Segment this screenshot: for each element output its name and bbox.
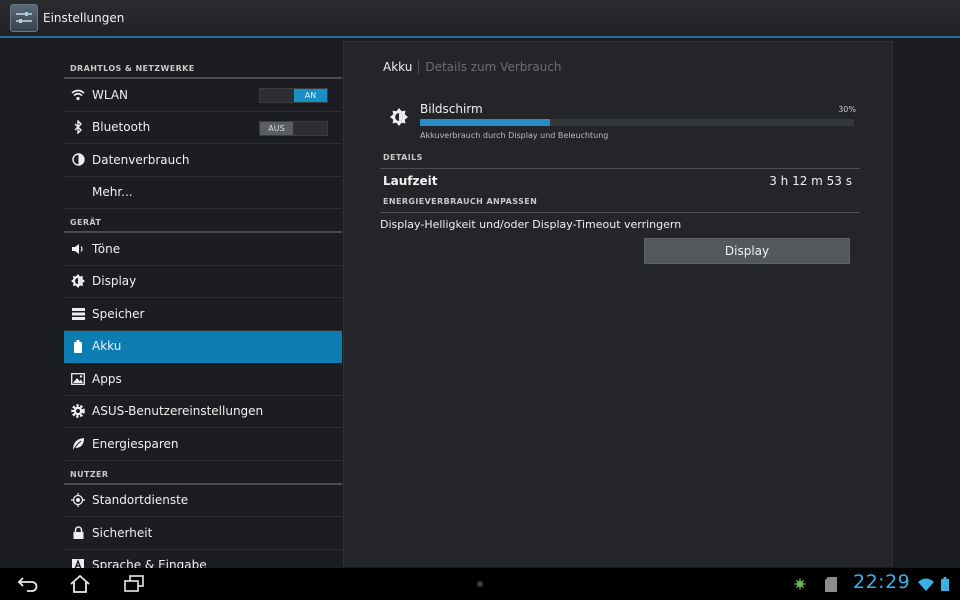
settings-item-label: Apps (92, 371, 122, 386)
settings-item-data-usage[interactable]: Datenverbrauch (64, 144, 342, 177)
settings-item-battery[interactable]: Akku (64, 330, 342, 363)
apps-icon (70, 371, 86, 387)
wlan-toggle[interactable]: AN (259, 88, 328, 103)
wifi-icon (70, 87, 86, 103)
settings-item-bluetooth[interactable]: Bluetooth AUS (64, 112, 342, 144)
gear-icon (70, 403, 86, 419)
breadcrumb: Akku Details zum Verbrauch (383, 60, 561, 74)
settings-item-label: Datenverbrauch (92, 152, 190, 167)
runtime-label: Laufzeit (383, 174, 438, 188)
system-bar: 22:29 (0, 568, 960, 600)
wifi-signal-icon (918, 576, 934, 592)
action-bar: Einstellungen (0, 0, 960, 38)
section-header-user: NUTZER (64, 461, 342, 485)
toggle-state-label: AN (294, 89, 327, 102)
adjust-header: ENERGIEVERBRAUCH ANPASSEN (380, 197, 860, 213)
language-icon (70, 557, 86, 568)
location-icon (70, 492, 86, 508)
page-indicator-dot (477, 581, 483, 587)
breadcrumb-current[interactable]: Akku (383, 60, 412, 74)
android-debug-icon (792, 576, 808, 592)
settings-item-power-saving[interactable]: Energiesparen (64, 428, 342, 461)
settings-item-apps[interactable]: Apps (64, 363, 342, 396)
settings-item-language[interactable]: Sprache & Eingabe (64, 550, 342, 568)
settings-list: DRAHTLOS & NETZWERKE WLAN AN Bluetooth A… (64, 40, 342, 568)
usage-percent: 30% (838, 105, 856, 114)
back-icon[interactable] (14, 572, 42, 596)
adjust-hint: Display-Helligkeit und/oder Display-Time… (380, 218, 682, 231)
lock-icon (70, 525, 86, 541)
settings-item-more[interactable]: Mehr... (64, 177, 342, 209)
section-header-wireless: DRAHTLOS & NETZWERKE (64, 40, 342, 79)
battery-icon (70, 338, 86, 354)
sd-card-icon (823, 576, 839, 592)
bluetooth-icon (70, 119, 86, 135)
settings-item-label: Energiesparen (92, 436, 179, 451)
settings-item-asus-settings[interactable]: ASUS-Benutzereinstellungen (64, 396, 342, 428)
runtime-value: 3 h 12 m 53 s (769, 174, 852, 188)
settings-item-label: Sicherheit (92, 525, 153, 540)
recent-apps-icon[interactable] (120, 572, 148, 596)
settings-item-label: Sprache & Eingabe (92, 558, 207, 568)
brightness-icon (70, 273, 86, 289)
battery-status-icon (937, 576, 953, 592)
settings-item-label: Speicher (92, 306, 145, 321)
settings-item-storage[interactable]: Speicher (64, 298, 342, 331)
settings-item-security[interactable]: Sicherheit (64, 517, 342, 550)
usage-progress-track (420, 119, 854, 126)
settings-item-location[interactable]: Standortdienste (64, 485, 342, 517)
storage-icon (70, 306, 86, 322)
breadcrumb-sub: Details zum Verbrauch (425, 60, 562, 74)
settings-item-label: Display (92, 274, 137, 289)
runtime-row: Laufzeit 3 h 12 m 53 s (380, 174, 860, 190)
data-usage-icon (70, 152, 86, 168)
settings-item-label: Akku (92, 339, 122, 354)
settings-item-label: Töne (92, 241, 121, 256)
settings-item-label: ASUS-Benutzereinstellungen (92, 404, 264, 419)
leaf-icon (70, 436, 86, 452)
settings-item-label: Mehr... (92, 185, 133, 200)
settings-sliders-icon[interactable] (10, 4, 38, 32)
breadcrumb-separator (418, 60, 420, 74)
home-icon[interactable] (66, 572, 94, 596)
display-settings-button[interactable]: Display (644, 238, 850, 264)
settings-item-label: Standortdienste (92, 493, 189, 508)
battery-detail-panel: Akku Details zum Verbrauch Bildschirm 30… (343, 41, 893, 566)
details-header: DETAILS (380, 153, 860, 169)
settings-app: Einstellungen DRAHTLOS & NETZWERKE WLAN … (0, 0, 960, 600)
toggle-state-label: AUS (260, 121, 293, 135)
bluetooth-toggle[interactable]: AUS (259, 120, 328, 136)
settings-item-wlan[interactable]: WLAN AN (64, 79, 342, 112)
usage-progress-fill (420, 119, 551, 126)
volume-icon (70, 241, 86, 257)
settings-item-display[interactable]: Display (64, 266, 342, 298)
brightness-icon (390, 108, 410, 128)
usage-entry-screen: Bildschirm 30% Akkuverbrauch durch Displ… (380, 100, 860, 144)
page-title: Einstellungen (43, 11, 125, 25)
settings-item-sounds[interactable]: Töne (64, 233, 342, 266)
clock[interactable]: 22:29 (853, 571, 910, 593)
usage-name: Bildschirm (420, 102, 483, 116)
section-header-device: GERÄT (64, 209, 342, 233)
usage-description: Akkuverbrauch durch Display und Beleucht… (420, 131, 609, 140)
